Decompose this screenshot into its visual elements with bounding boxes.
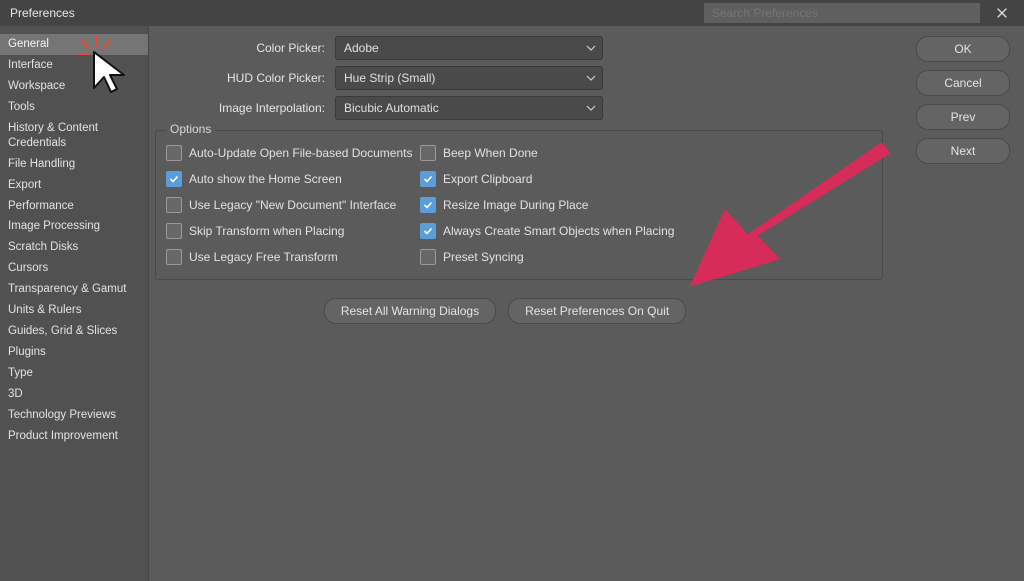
checkbox-box xyxy=(420,249,436,265)
color-picker-select[interactable]: Adobe xyxy=(335,36,603,60)
checkbox-always-create-smart-objects-when-placing[interactable]: Always Create Smart Objects when Placing xyxy=(420,223,674,239)
checkbox-resize-image-during-place[interactable]: Resize Image During Place xyxy=(420,197,674,213)
image-interpolation-label: Image Interpolation: xyxy=(149,101,325,115)
check-icon xyxy=(169,174,179,184)
ok-button[interactable]: OK xyxy=(916,36,1010,62)
checkbox-preset-syncing[interactable]: Preset Syncing xyxy=(420,249,674,265)
check-icon xyxy=(423,226,433,236)
color-picker-value: Adobe xyxy=(344,41,379,55)
check-icon xyxy=(423,174,433,184)
checkbox-label: Resize Image During Place xyxy=(443,198,588,212)
sidebar-item-general[interactable]: General xyxy=(0,34,148,55)
checkbox-skip-transform-when-placing[interactable]: Skip Transform when Placing xyxy=(166,223,420,239)
checkbox-box xyxy=(420,223,436,239)
checkbox-label: Auto show the Home Screen xyxy=(189,172,342,186)
next-button[interactable]: Next xyxy=(916,138,1010,164)
options-col-right: Beep When Done Export Clipboard Resize Ima… xyxy=(420,145,674,265)
checkbox-box xyxy=(166,171,182,187)
sidebar-item-cursors[interactable]: Cursors xyxy=(0,258,148,279)
sidebar-item-scratch-disks[interactable]: Scratch Disks xyxy=(0,237,148,258)
sidebar-item-export[interactable]: Export xyxy=(0,175,148,196)
cancel-button[interactable]: Cancel xyxy=(916,70,1010,96)
sidebar-item-technology-previews[interactable]: Technology Previews xyxy=(0,405,148,426)
checkbox-box xyxy=(166,145,182,161)
sidebar-item-product-improvement[interactable]: Product Improvement xyxy=(0,426,148,447)
image-interpolation-select[interactable]: Bicubic Automatic xyxy=(335,96,603,120)
reset-on-quit-button[interactable]: Reset Preferences On Quit xyxy=(508,298,686,324)
checkbox-box xyxy=(166,223,182,239)
sidebar-item-performance[interactable]: Performance xyxy=(0,196,148,217)
chevron-down-icon xyxy=(586,103,596,113)
close-button[interactable] xyxy=(980,0,1024,26)
sidebar-item-image-processing[interactable]: Image Processing xyxy=(0,216,148,237)
sidebar-item-3d[interactable]: 3D xyxy=(0,384,148,405)
checkbox-label: Use Legacy "New Document" Interface xyxy=(189,198,396,212)
window-title: Preferences xyxy=(10,6,75,20)
sidebar-item-interface[interactable]: Interface xyxy=(0,55,148,76)
checkbox-use-legacy-free-transform[interactable]: Use Legacy Free Transform xyxy=(166,249,420,265)
hud-color-picker-select[interactable]: Hue Strip (Small) xyxy=(335,66,603,90)
checkbox-label: Beep When Done xyxy=(443,146,538,160)
sidebar-item-plugins[interactable]: Plugins xyxy=(0,342,148,363)
sidebar-item-history-content-credentials[interactable]: History & Content Credentials xyxy=(0,118,148,154)
checkbox-box xyxy=(166,197,182,213)
sidebar: GeneralInterfaceWorkspaceToolsHistory & … xyxy=(0,26,149,581)
checkbox-label: Preset Syncing xyxy=(443,250,524,264)
options-col-left: Auto-Update Open File-based Documents Aut… xyxy=(166,145,420,265)
chevron-down-icon xyxy=(586,73,596,83)
chevron-down-icon xyxy=(586,43,596,53)
check-icon xyxy=(423,200,433,210)
sidebar-item-guides-grid-slices[interactable]: Guides, Grid & Slices xyxy=(0,321,148,342)
checkbox-label: Export Clipboard xyxy=(443,172,532,186)
checkbox-box xyxy=(420,171,436,187)
options-group: Options Auto-Update Open File-based Docu… xyxy=(155,130,883,280)
checkbox-label: Skip Transform when Placing xyxy=(189,224,344,238)
checkbox-use-legacy-new-document-interface[interactable]: Use Legacy "New Document" Interface xyxy=(166,197,420,213)
prev-button[interactable]: Prev xyxy=(916,104,1010,130)
checkbox-box xyxy=(420,145,436,161)
reset-warnings-button[interactable]: Reset All Warning Dialogs xyxy=(324,298,496,324)
hud-color-picker-label: HUD Color Picker: xyxy=(149,71,325,85)
close-icon xyxy=(995,6,1009,20)
checkbox-auto-show-the-home-screen[interactable]: Auto show the Home Screen xyxy=(166,171,420,187)
sidebar-item-transparency-gamut[interactable]: Transparency & Gamut xyxy=(0,279,148,300)
checkbox-label: Auto-Update Open File-based Documents xyxy=(189,146,412,160)
sidebar-item-tools[interactable]: Tools xyxy=(0,97,148,118)
search-input[interactable] xyxy=(704,3,980,23)
checkbox-box xyxy=(166,249,182,265)
sidebar-item-type[interactable]: Type xyxy=(0,363,148,384)
checkbox-auto-update-open-file-based-documents[interactable]: Auto-Update Open File-based Documents xyxy=(166,145,420,161)
checkbox-beep-when-done[interactable]: Beep When Done xyxy=(420,145,674,161)
color-picker-label: Color Picker: xyxy=(149,41,325,55)
checkbox-label: Use Legacy Free Transform xyxy=(189,250,338,264)
sidebar-item-workspace[interactable]: Workspace xyxy=(0,76,148,97)
checkbox-box xyxy=(420,197,436,213)
checkbox-export-clipboard[interactable]: Export Clipboard xyxy=(420,171,674,187)
titlebar: Preferences xyxy=(0,0,1024,26)
hud-color-picker-value: Hue Strip (Small) xyxy=(344,71,435,85)
content: Color Picker: Adobe HUD Color Picker: Hu… xyxy=(149,26,1024,581)
sidebar-item-units-rulers[interactable]: Units & Rulers xyxy=(0,300,148,321)
image-interpolation-value: Bicubic Automatic xyxy=(344,101,439,115)
sidebar-item-file-handling[interactable]: File Handling xyxy=(0,154,148,175)
options-legend: Options xyxy=(166,122,215,136)
checkbox-label: Always Create Smart Objects when Placing xyxy=(443,224,674,238)
